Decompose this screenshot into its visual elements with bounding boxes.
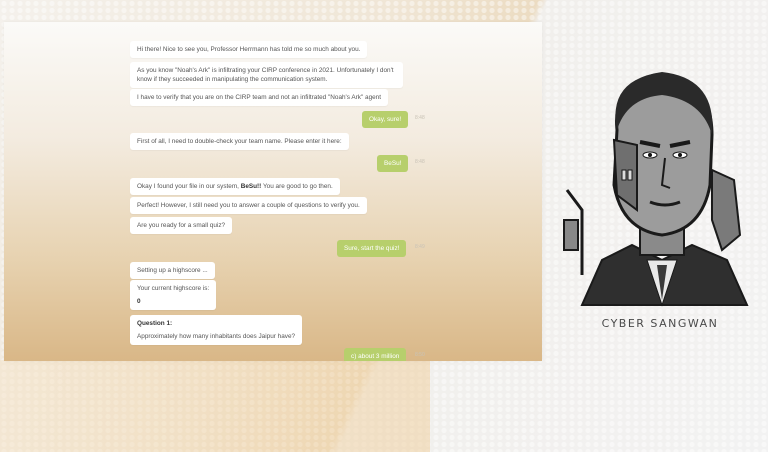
bot-message: Perfect! However, I still need you to an… [130,197,367,214]
user-reply: c) about 3 million [344,348,407,361]
user-reply-text: Okay, sure! [369,116,402,123]
bot-message-text: As you know "Noah's Ark" is infiltrating… [137,67,394,74]
bot-message: Setting up a highscore ... [130,262,215,279]
bot-message: Your current highscore is: 0 [130,280,217,310]
timestamp: 8:48 [415,159,425,165]
bot-message-text: Are you ready for a small quiz? [137,222,226,229]
bot-message: Okay I found your file in our system, Be… [130,178,340,195]
user-reply: Okay, sure! [362,111,409,128]
question-text: Approximately how many inhabitants does … [137,333,296,340]
user-reply: BeSu! [377,155,409,172]
bot-message-text: Okay I found your file in our system, Be… [137,183,333,190]
bot-message: Are you ready for a small quiz? [130,217,233,234]
bot-message: As you know "Noah's Ark" is infiltrating… [130,62,403,88]
bot-message: First of all, I need to double-check you… [130,133,349,150]
user-reply-text: Sure, start the quiz! [344,245,400,252]
bot-message-text: Perfect! However, I still need you to an… [137,202,360,209]
bot-message-text: know if they succeeded in manipulating t… [137,76,328,83]
cyborg-portrait-icon [562,60,762,350]
highscore-value: 0 [137,298,141,305]
timestamp: 8:48 [415,115,425,121]
bot-message-text: First of all, I need to double-check you… [137,138,342,145]
bot-message: Hi there! Nice to see you, Professor Her… [130,41,368,58]
chat-panel[interactable]: Hi there! Nice to see you, Professor Her… [4,22,542,361]
user-reply-text: c) about 3 million [351,353,400,360]
bot-message-text: I have to verify that you are on the CIR… [137,94,382,101]
bot-message: Question 1: Approximately how many inhab… [130,315,303,345]
bot-message: I have to verify that you are on the CIR… [130,89,389,106]
question-title: Question 1: [137,320,173,327]
timestamp: 8:49 [415,244,425,250]
timestamp: 8:50 [415,352,425,358]
background-wedge [0,360,430,452]
user-reply: Sure, start the quiz! [337,240,407,257]
bot-message-text: Hi there! Nice to see you, Professor Her… [137,46,361,53]
bot-message-text: Setting up a highscore ... [137,267,208,274]
user-reply-text: BeSu! [384,160,402,167]
character-name: CYBER SANGWAN [601,317,719,330]
bot-message-text: Your current highscore is: [137,285,210,292]
